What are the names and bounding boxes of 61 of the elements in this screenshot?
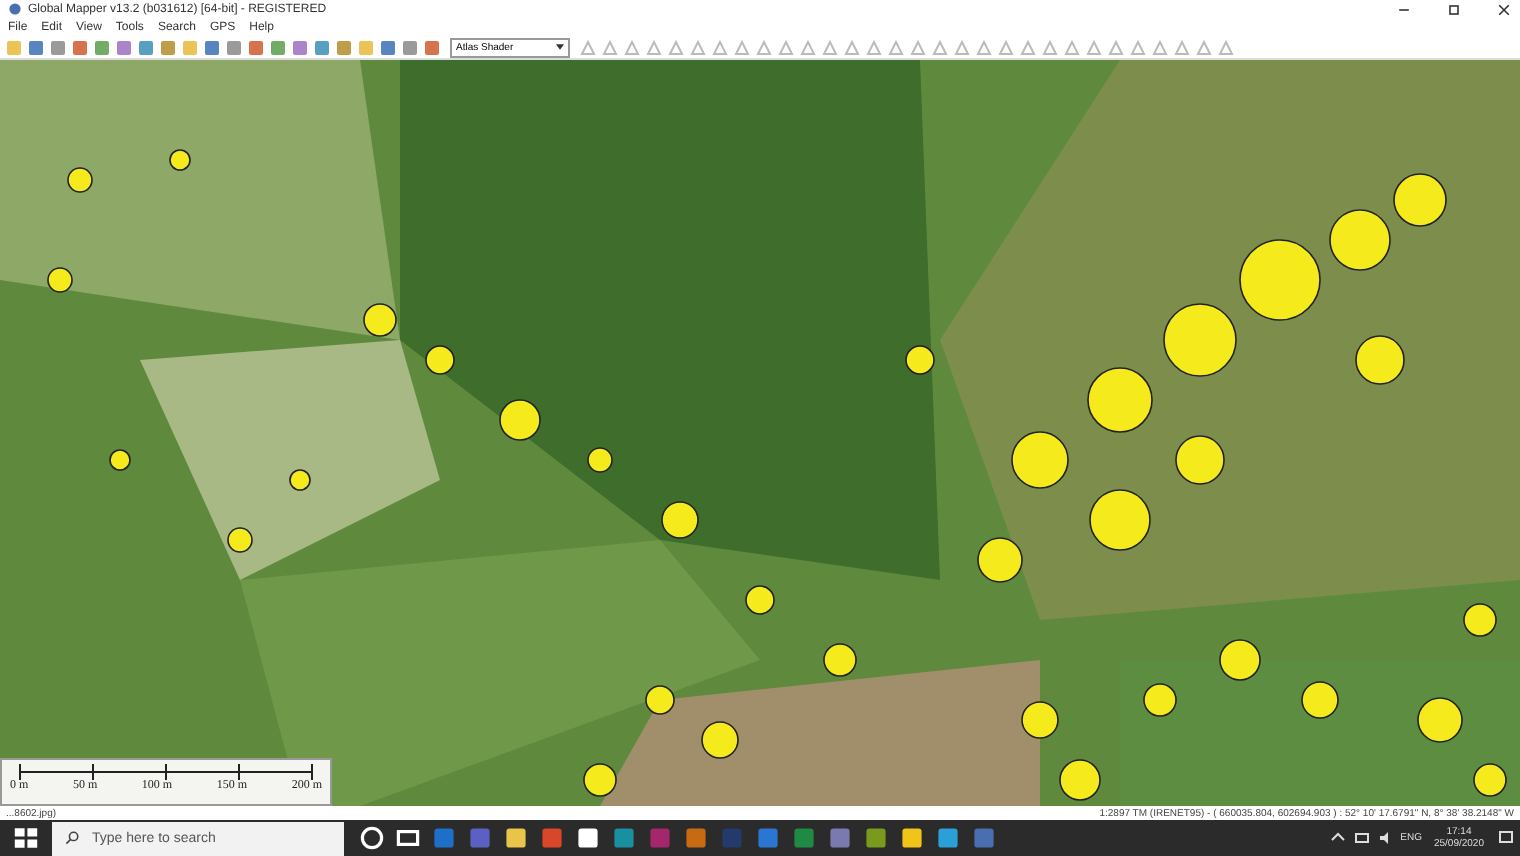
toolbar-icon[interactable] bbox=[92, 37, 112, 58]
toolbar-icon[interactable] bbox=[974, 37, 994, 58]
toolbar-icon[interactable] bbox=[26, 37, 46, 58]
toolbar-icon[interactable] bbox=[70, 37, 90, 58]
toolbar-icon[interactable] bbox=[356, 37, 376, 58]
notification-icon[interactable] bbox=[1496, 828, 1516, 848]
scale-ruler-icon bbox=[16, 764, 316, 781]
toolbar-icon[interactable] bbox=[820, 37, 840, 58]
close-icon[interactable] bbox=[1496, 1, 1512, 18]
toolbar-icon[interactable] bbox=[180, 37, 200, 58]
toolbar-icon[interactable] bbox=[886, 37, 906, 58]
toolbar-icon[interactable] bbox=[400, 37, 420, 58]
toolbar-icon[interactable] bbox=[842, 37, 862, 58]
caret-icon bbox=[556, 44, 564, 51]
toolbar-icon[interactable] bbox=[378, 37, 398, 58]
toolbar-icon[interactable] bbox=[930, 37, 950, 58]
toolbar-icon[interactable] bbox=[798, 37, 818, 58]
toolbar-icon[interactable] bbox=[48, 37, 68, 58]
toolbar-icon[interactable] bbox=[732, 37, 752, 58]
toolbar-icon[interactable] bbox=[952, 37, 972, 58]
toolbar-icon[interactable] bbox=[1172, 37, 1192, 58]
search-icon bbox=[64, 830, 80, 846]
toolbar-icon[interactable] bbox=[908, 37, 928, 58]
toolbar-icon[interactable] bbox=[1062, 37, 1082, 58]
toolbar-icon[interactable] bbox=[1106, 37, 1126, 58]
toolbar-icon[interactable] bbox=[1194, 37, 1214, 58]
toolbar-icon[interactable] bbox=[754, 37, 774, 58]
start-icon[interactable] bbox=[12, 824, 40, 852]
toolbar-icon[interactable] bbox=[1018, 37, 1038, 58]
toolbar-icon[interactable] bbox=[1150, 37, 1170, 58]
toolbar-icon[interactable] bbox=[644, 37, 664, 58]
toolbar-icon[interactable] bbox=[334, 37, 354, 58]
toolbar-icon[interactable] bbox=[290, 37, 310, 58]
restore-icon[interactable] bbox=[1446, 1, 1462, 18]
toolbar-icon[interactable] bbox=[136, 37, 156, 58]
toolbar-icon[interactable] bbox=[268, 37, 288, 58]
toolbar-icon[interactable] bbox=[600, 37, 620, 58]
toolbar-icon[interactable] bbox=[1216, 37, 1236, 58]
toolbar-icon[interactable] bbox=[996, 37, 1016, 58]
toolbar-icon[interactable] bbox=[776, 37, 796, 58]
toolbar-icon[interactable] bbox=[4, 37, 24, 58]
network-icon[interactable] bbox=[1352, 828, 1373, 848]
toolbar-icon[interactable] bbox=[224, 37, 244, 58]
toolbar-icon[interactable] bbox=[1040, 37, 1060, 58]
toolbar-icon[interactable] bbox=[246, 37, 266, 58]
taskbar-app-icon[interactable] bbox=[896, 822, 928, 854]
toolbar-icon[interactable] bbox=[1084, 37, 1104, 58]
toolbar-icon[interactable] bbox=[864, 37, 884, 58]
toolbar-icon[interactable] bbox=[578, 37, 598, 58]
toolbar-icon[interactable] bbox=[1128, 37, 1148, 58]
taskbar-app-icon[interactable] bbox=[500, 822, 532, 854]
toolbar-icon[interactable] bbox=[710, 37, 730, 58]
toolbar-icon[interactable] bbox=[666, 37, 686, 58]
toolbar-icon[interactable] bbox=[312, 37, 332, 58]
taskbar-app-icon[interactable] bbox=[572, 822, 604, 854]
toolbar-icon[interactable] bbox=[688, 37, 708, 58]
toolbar-icon[interactable] bbox=[202, 37, 222, 58]
toolbar-icon[interactable] bbox=[114, 37, 134, 58]
toolbar-icon[interactable] bbox=[422, 37, 442, 58]
toolbar-icon[interactable] bbox=[158, 37, 178, 58]
toolbar-icon[interactable] bbox=[622, 37, 642, 58]
